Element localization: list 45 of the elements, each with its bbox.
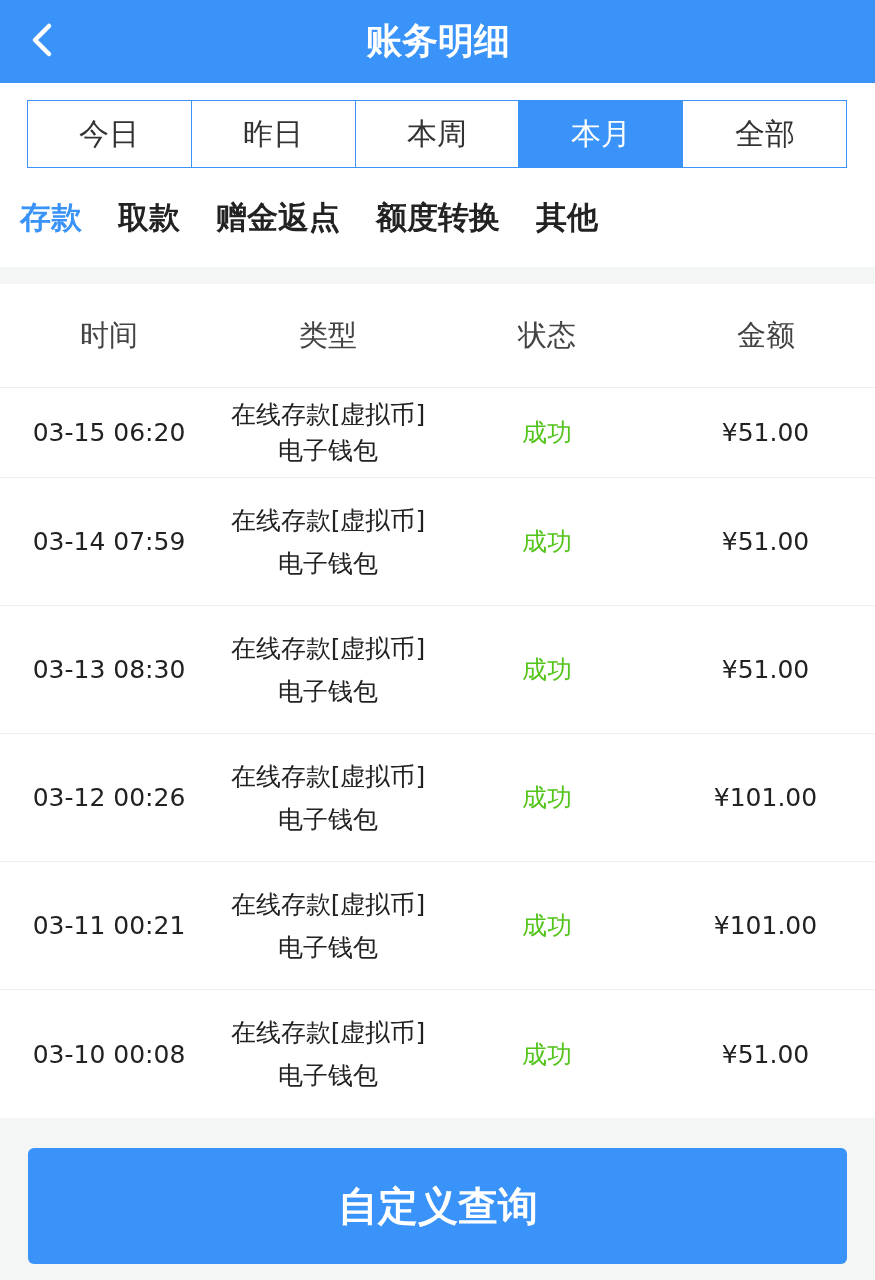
- status-cell-text: 成功: [522, 910, 572, 942]
- column-header: 时间: [80, 316, 138, 354]
- category-tab[interactable]: 额度转换: [364, 196, 512, 239]
- column-header: 状态: [518, 316, 576, 354]
- page-title: 账务明细: [365, 19, 510, 63]
- amount-cell: ¥101.00: [713, 783, 818, 812]
- time-cell: 03-14 07:59: [32, 527, 186, 556]
- type-text: 在线存款[虚拟币]: [230, 632, 426, 665]
- column-header: 金额: [736, 316, 795, 354]
- period-tab[interactable]: 本周: [354, 100, 520, 168]
- amount-cell: ¥51.00: [721, 418, 810, 447]
- type-text: 在线存款[虚拟币]: [230, 504, 426, 537]
- status-cell-text: 成功: [522, 654, 572, 686]
- time-cell: 03-13 08:30: [32, 655, 186, 684]
- channel-text: 电子钱包: [278, 675, 378, 708]
- time-cell: 03-10 00:08: [32, 1039, 186, 1069]
- time-cell: 03-11 00:21: [32, 911, 186, 940]
- period-tab[interactable]: 昨日: [190, 100, 356, 168]
- back-button[interactable]: [30, 22, 54, 58]
- column-header: 类型: [299, 316, 357, 354]
- period-tab[interactable]: 今日: [27, 100, 192, 168]
- status-cell-text: 成功: [522, 417, 572, 449]
- time-cell: 03-12 00:26: [32, 783, 186, 812]
- type-text: 在线存款[虚拟币]: [230, 1017, 426, 1049]
- back-icon: [30, 22, 54, 58]
- channel-text: 电子钱包: [278, 931, 378, 964]
- amount-cell: ¥51.00: [721, 655, 810, 684]
- category-tab[interactable]: 其他: [524, 196, 610, 239]
- type-text: 在线存款[虚拟币]: [230, 760, 426, 793]
- category-tab[interactable]: 赠金返点: [204, 196, 352, 239]
- period-tab[interactable]: 全部: [682, 100, 847, 168]
- status-cell-text: 成功: [522, 526, 572, 558]
- status-cell-text: 成功: [522, 782, 572, 814]
- time-cell: 03-15 06:20: [32, 418, 186, 447]
- channel-text: 电子钱包: [278, 547, 378, 580]
- channel-text: 电子钱包: [278, 803, 378, 836]
- category-tab[interactable]: 取款: [106, 196, 192, 239]
- type-text: 在线存款[虚拟币]: [230, 888, 426, 921]
- channel-text: 电子钱包: [278, 434, 378, 467]
- amount-cell: ¥51.00: [721, 527, 810, 556]
- amount-cell: ¥51.00: [721, 1039, 810, 1069]
- channel-text: 电子钱包: [278, 1060, 378, 1092]
- amount-cell: ¥101.00: [713, 911, 818, 940]
- type-text: 在线存款[虚拟币]: [230, 398, 426, 431]
- status-cell-text: 成功: [522, 1038, 572, 1071]
